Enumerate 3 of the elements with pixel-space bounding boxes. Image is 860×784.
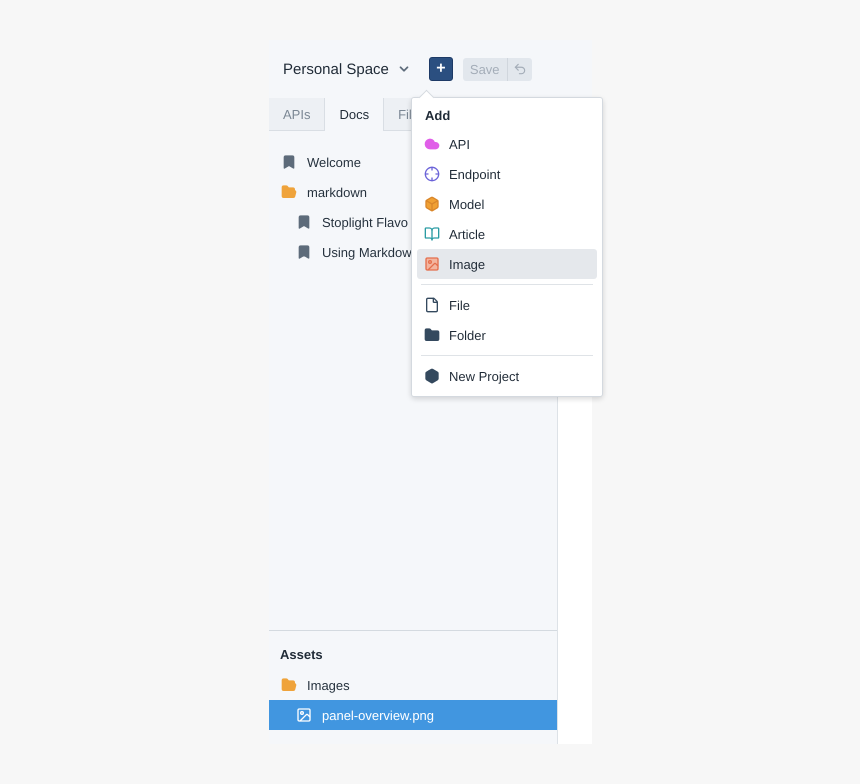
workspace-title: Personal Space: [283, 60, 389, 78]
assets-heading: Assets: [279, 647, 324, 664]
menu-heading: Add: [424, 107, 452, 125]
